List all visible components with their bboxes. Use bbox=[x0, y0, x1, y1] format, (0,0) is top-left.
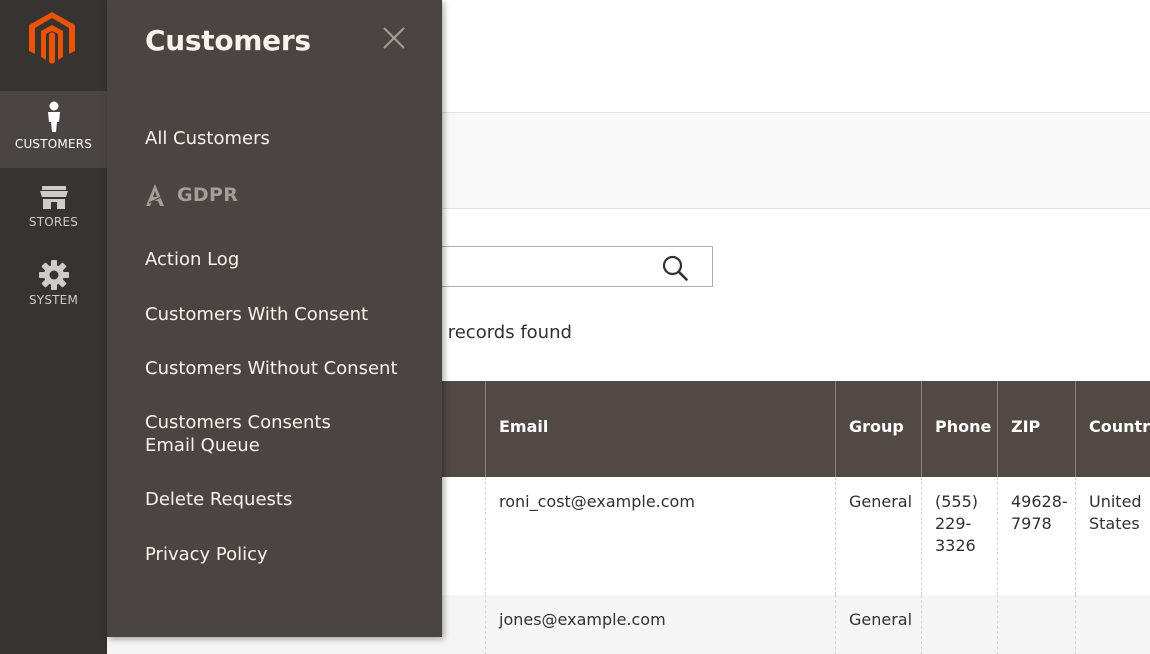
store-icon bbox=[39, 186, 68, 209]
column-header-phone[interactable]: Phone bbox=[921, 381, 997, 477]
cell-group: General bbox=[835, 477, 921, 595]
gear-icon bbox=[38, 260, 69, 290]
nav-item-label: SYSTEM bbox=[28, 293, 79, 307]
cell-country: United States bbox=[1075, 477, 1150, 595]
nav-item-label: CUSTOMERS bbox=[14, 137, 93, 151]
menu-link-privacy-policy[interactable]: Privacy Policy bbox=[145, 543, 415, 566]
nav-item-system[interactable]: SYSTEM bbox=[0, 260, 107, 320]
column-header-group[interactable]: Group bbox=[835, 381, 921, 477]
cell-group: General bbox=[835, 595, 921, 654]
nav-item-customers[interactable]: CUSTOMERS bbox=[0, 91, 107, 168]
column-header-email[interactable]: Email bbox=[485, 381, 835, 477]
menu-link-all-customers[interactable]: All Customers bbox=[145, 127, 415, 150]
magento-logo-icon[interactable] bbox=[29, 12, 75, 64]
keyword-search-input[interactable] bbox=[400, 246, 713, 287]
menu-link-delete-requests[interactable]: Delete Requests bbox=[145, 488, 415, 511]
customers-submenu: Customers All Customers GDPR Action Log … bbox=[107, 0, 442, 637]
menu-link-customers-with-consent[interactable]: Customers With Consent bbox=[145, 303, 415, 326]
cell-zip: 49628-7978 bbox=[997, 477, 1075, 595]
close-icon[interactable] bbox=[382, 26, 406, 50]
search-icon[interactable] bbox=[662, 255, 688, 281]
column-header-country[interactable]: Country bbox=[1075, 381, 1150, 477]
section-label: GDPR bbox=[177, 184, 239, 206]
menu-link-customers-without-consent[interactable]: Customers Without Consent bbox=[145, 357, 415, 380]
submenu-title: Customers bbox=[145, 24, 311, 57]
customer-icon bbox=[47, 101, 60, 132]
menu-link-consents-email-queue[interactable]: Customers Consents Email Queue bbox=[145, 411, 380, 457]
admin-sidebar: CUSTOMERS STORES SYSTEM bbox=[0, 0, 107, 654]
column-header-zip[interactable]: ZIP bbox=[997, 381, 1075, 477]
cell-email: jones@example.com bbox=[485, 595, 835, 654]
menu-link-action-log[interactable]: Action Log bbox=[145, 248, 415, 271]
cell-zip bbox=[997, 595, 1075, 654]
submenu-section-gdpr: GDPR bbox=[145, 180, 238, 210]
cell-email: roni_cost@example.com bbox=[485, 477, 835, 595]
nav-item-stores[interactable]: STORES bbox=[0, 184, 107, 244]
cell-phone: (555) 229-3326 bbox=[921, 477, 997, 595]
cell-phone bbox=[921, 595, 997, 654]
nav-item-label: STORES bbox=[28, 215, 79, 229]
cell-country bbox=[1075, 595, 1150, 654]
gdpr-icon bbox=[146, 184, 164, 206]
records-found-count: 9 records found bbox=[432, 322, 572, 343]
